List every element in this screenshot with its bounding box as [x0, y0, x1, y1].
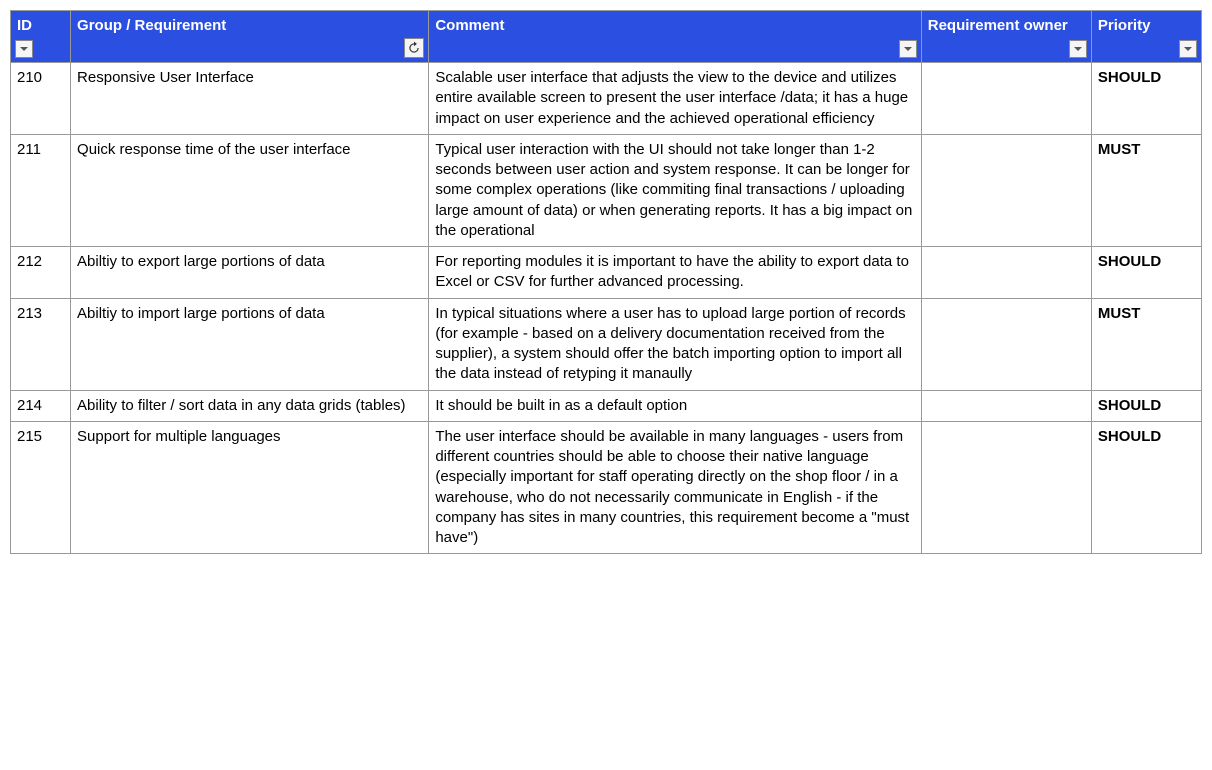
- header-comment-label: Comment: [435, 16, 504, 36]
- header-id-label: ID: [17, 16, 32, 36]
- cell-id: 213: [11, 298, 71, 390]
- cell-priority: SHOULD: [1091, 390, 1201, 421]
- cell-requirement: Abiltiy to export large portions of data: [71, 247, 429, 299]
- header-owner-label: Requirement owner: [928, 16, 1068, 36]
- reload-icon: [407, 41, 421, 55]
- table-row: 213Abiltiy to import large portions of d…: [11, 298, 1202, 390]
- cell-comment: Typical user interaction with the UI sho…: [429, 134, 921, 246]
- cell-id: 210: [11, 63, 71, 135]
- filter-button-priority[interactable]: [1179, 40, 1197, 58]
- header-owner: Requirement owner: [921, 11, 1091, 63]
- header-requirement: Group / Requirement: [71, 11, 429, 63]
- chevron-down-icon: [1183, 44, 1193, 54]
- cell-comment: It should be built in as a default optio…: [429, 390, 921, 421]
- cell-requirement: Abiltiy to import large portions of data: [71, 298, 429, 390]
- cell-owner: [921, 298, 1091, 390]
- cell-id: 211: [11, 134, 71, 246]
- cell-priority: MUST: [1091, 298, 1201, 390]
- cell-comment: The user interface should be available i…: [429, 421, 921, 554]
- chevron-down-icon: [19, 44, 29, 54]
- reload-button-requirement[interactable]: [404, 38, 424, 58]
- cell-owner: [921, 247, 1091, 299]
- table-row: 211Quick response time of the user inter…: [11, 134, 1202, 246]
- cell-owner: [921, 134, 1091, 246]
- cell-priority: SHOULD: [1091, 421, 1201, 554]
- chevron-down-icon: [1073, 44, 1083, 54]
- cell-requirement: Support for multiple languages: [71, 421, 429, 554]
- cell-requirement: Ability to filter / sort data in any dat…: [71, 390, 429, 421]
- cell-id: 215: [11, 421, 71, 554]
- header-priority-label: Priority: [1098, 16, 1151, 36]
- chevron-down-icon: [903, 44, 913, 54]
- table-row: 214Ability to filter / sort data in any …: [11, 390, 1202, 421]
- cell-owner: [921, 390, 1091, 421]
- cell-id: 214: [11, 390, 71, 421]
- cell-requirement: Quick response time of the user interfac…: [71, 134, 429, 246]
- table-header-row: ID Group / Requirement Comment Requireme…: [11, 11, 1202, 63]
- filter-button-id[interactable]: [15, 40, 33, 58]
- cell-id: 212: [11, 247, 71, 299]
- cell-owner: [921, 63, 1091, 135]
- header-requirement-label: Group / Requirement: [77, 16, 226, 36]
- table-row: 212Abiltiy to export large portions of d…: [11, 247, 1202, 299]
- cell-requirement: Responsive User Interface: [71, 63, 429, 135]
- cell-priority: SHOULD: [1091, 63, 1201, 135]
- header-id: ID: [11, 11, 71, 63]
- cell-comment: For reporting modules it is important to…: [429, 247, 921, 299]
- cell-priority: SHOULD: [1091, 247, 1201, 299]
- cell-owner: [921, 421, 1091, 554]
- cell-comment: In typical situations where a user has t…: [429, 298, 921, 390]
- cell-priority: MUST: [1091, 134, 1201, 246]
- table-row: 210Responsive User InterfaceScalable use…: [11, 63, 1202, 135]
- cell-comment: Scalable user interface that adjusts the…: [429, 63, 921, 135]
- header-priority: Priority: [1091, 11, 1201, 63]
- table-row: 215Support for multiple languagesThe use…: [11, 421, 1202, 554]
- filter-button-owner[interactable]: [1069, 40, 1087, 58]
- header-comment: Comment: [429, 11, 921, 63]
- filter-button-comment[interactable]: [899, 40, 917, 58]
- requirements-table: ID Group / Requirement Comment Requireme…: [10, 10, 1202, 554]
